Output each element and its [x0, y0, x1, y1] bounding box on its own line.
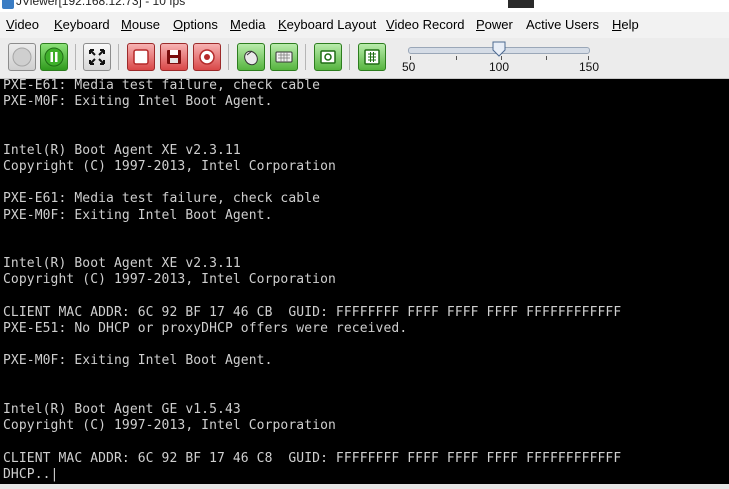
console-line: Copyright (C) 1997-2013, Intel Corporati… [3, 272, 336, 288]
menu-video-record[interactable]: Video Record [386, 17, 465, 32]
menu-active-users[interactable]: Active Users [526, 17, 599, 32]
console-line: CLIENT MAC ADDR: 6C 92 BF 17 46 CB GUID:… [3, 304, 622, 320]
fullscreen-button[interactable] [83, 43, 111, 71]
window-title: JViewer[192.168.12.73] - 10 fps [16, 0, 186, 8]
console-line: Intel(R) Boot Agent XE v2.3.11 [3, 256, 241, 272]
menu-options[interactable]: Options [173, 17, 218, 32]
mouse-icon [244, 50, 258, 66]
menu-keyboard[interactable]: Keyboard [54, 17, 110, 32]
zoom-min-label: 50 [402, 60, 416, 74]
menu-power[interactable]: Power [476, 17, 513, 32]
menu-mouse[interactable]: Mouse [121, 17, 160, 32]
pause-button[interactable] [40, 43, 68, 71]
pause-icon [44, 47, 64, 67]
window-bottom-border [0, 484, 729, 489]
menu-video[interactable]: Video [6, 17, 39, 32]
fullscreen-icon [89, 49, 105, 65]
settings-button[interactable] [193, 43, 221, 71]
play-icon [12, 47, 32, 67]
java-app-icon [2, 0, 14, 9]
console-line: PXE-E61: Media test failure, check cable [3, 191, 321, 207]
soft-keyboard-icon [364, 49, 380, 65]
console-line: CLIENT MAC ADDR: 6C 92 BF 17 46 C8 GUID:… [3, 450, 622, 466]
virtual-media-button[interactable] [314, 43, 342, 71]
console-line: DHCP..| [3, 466, 59, 482]
console-line: Copyright (C) 1997-2013, Intel Corporati… [3, 159, 336, 174]
console-line: Intel(R) Boot Agent GE v1.5.43 [3, 402, 241, 417]
save-icon [167, 50, 181, 64]
console-line: PXE-M0F: Exiting Intel Boot Agent. [3, 353, 273, 369]
zoom-slider[interactable]: 50 100 150 [400, 40, 610, 76]
console-line: PXE-M0F: Exiting Intel Boot Agent. [3, 94, 273, 110]
window-titlebar: JViewer[192.168.12.73] - 10 fps [0, 0, 729, 12]
menu-keyboard-layout[interactable]: Keyboard Layout [278, 17, 376, 32]
console-line: PXE-E51: No DHCP or proxyDHCP offers wer… [3, 321, 408, 336]
save-button[interactable] [160, 43, 188, 71]
remote-console-screen[interactable]: PXE-E61: Media test failure, check cable… [0, 79, 729, 484]
console-line: Intel(R) Boot Agent XE v2.3.11 [3, 142, 241, 158]
settings-icon [199, 49, 215, 65]
console-line: Copyright (C) 1997-2013, Intel Corporati… [3, 418, 336, 434]
menu-bar: Video Keyboard Mouse Options Media Keybo… [0, 12, 729, 38]
menu-help[interactable]: Help [612, 17, 639, 32]
menu-media[interactable]: Media [230, 17, 265, 32]
stop-record-icon [133, 49, 149, 65]
play-button[interactable] [8, 43, 36, 71]
zoom-mid-label: 100 [489, 60, 510, 74]
console-line: PXE-M0F: Exiting Intel Boot Agent. [3, 207, 273, 223]
stop-record-button[interactable] [127, 43, 155, 71]
zoom-slider-thumb[interactable] [491, 41, 507, 57]
mouse-button[interactable] [237, 43, 265, 71]
keyboard-icon [275, 51, 293, 63]
virtual-media-icon [320, 50, 336, 64]
console-line: PXE-E61: Media test failure, check cable [3, 79, 321, 93]
window-control-button[interactable] [508, 0, 534, 8]
soft-keyboard-button[interactable] [358, 43, 386, 71]
keyboard-button[interactable] [270, 43, 298, 71]
zoom-max-label: 150 [579, 60, 600, 74]
toolbar: 50 100 150 [0, 38, 729, 79]
